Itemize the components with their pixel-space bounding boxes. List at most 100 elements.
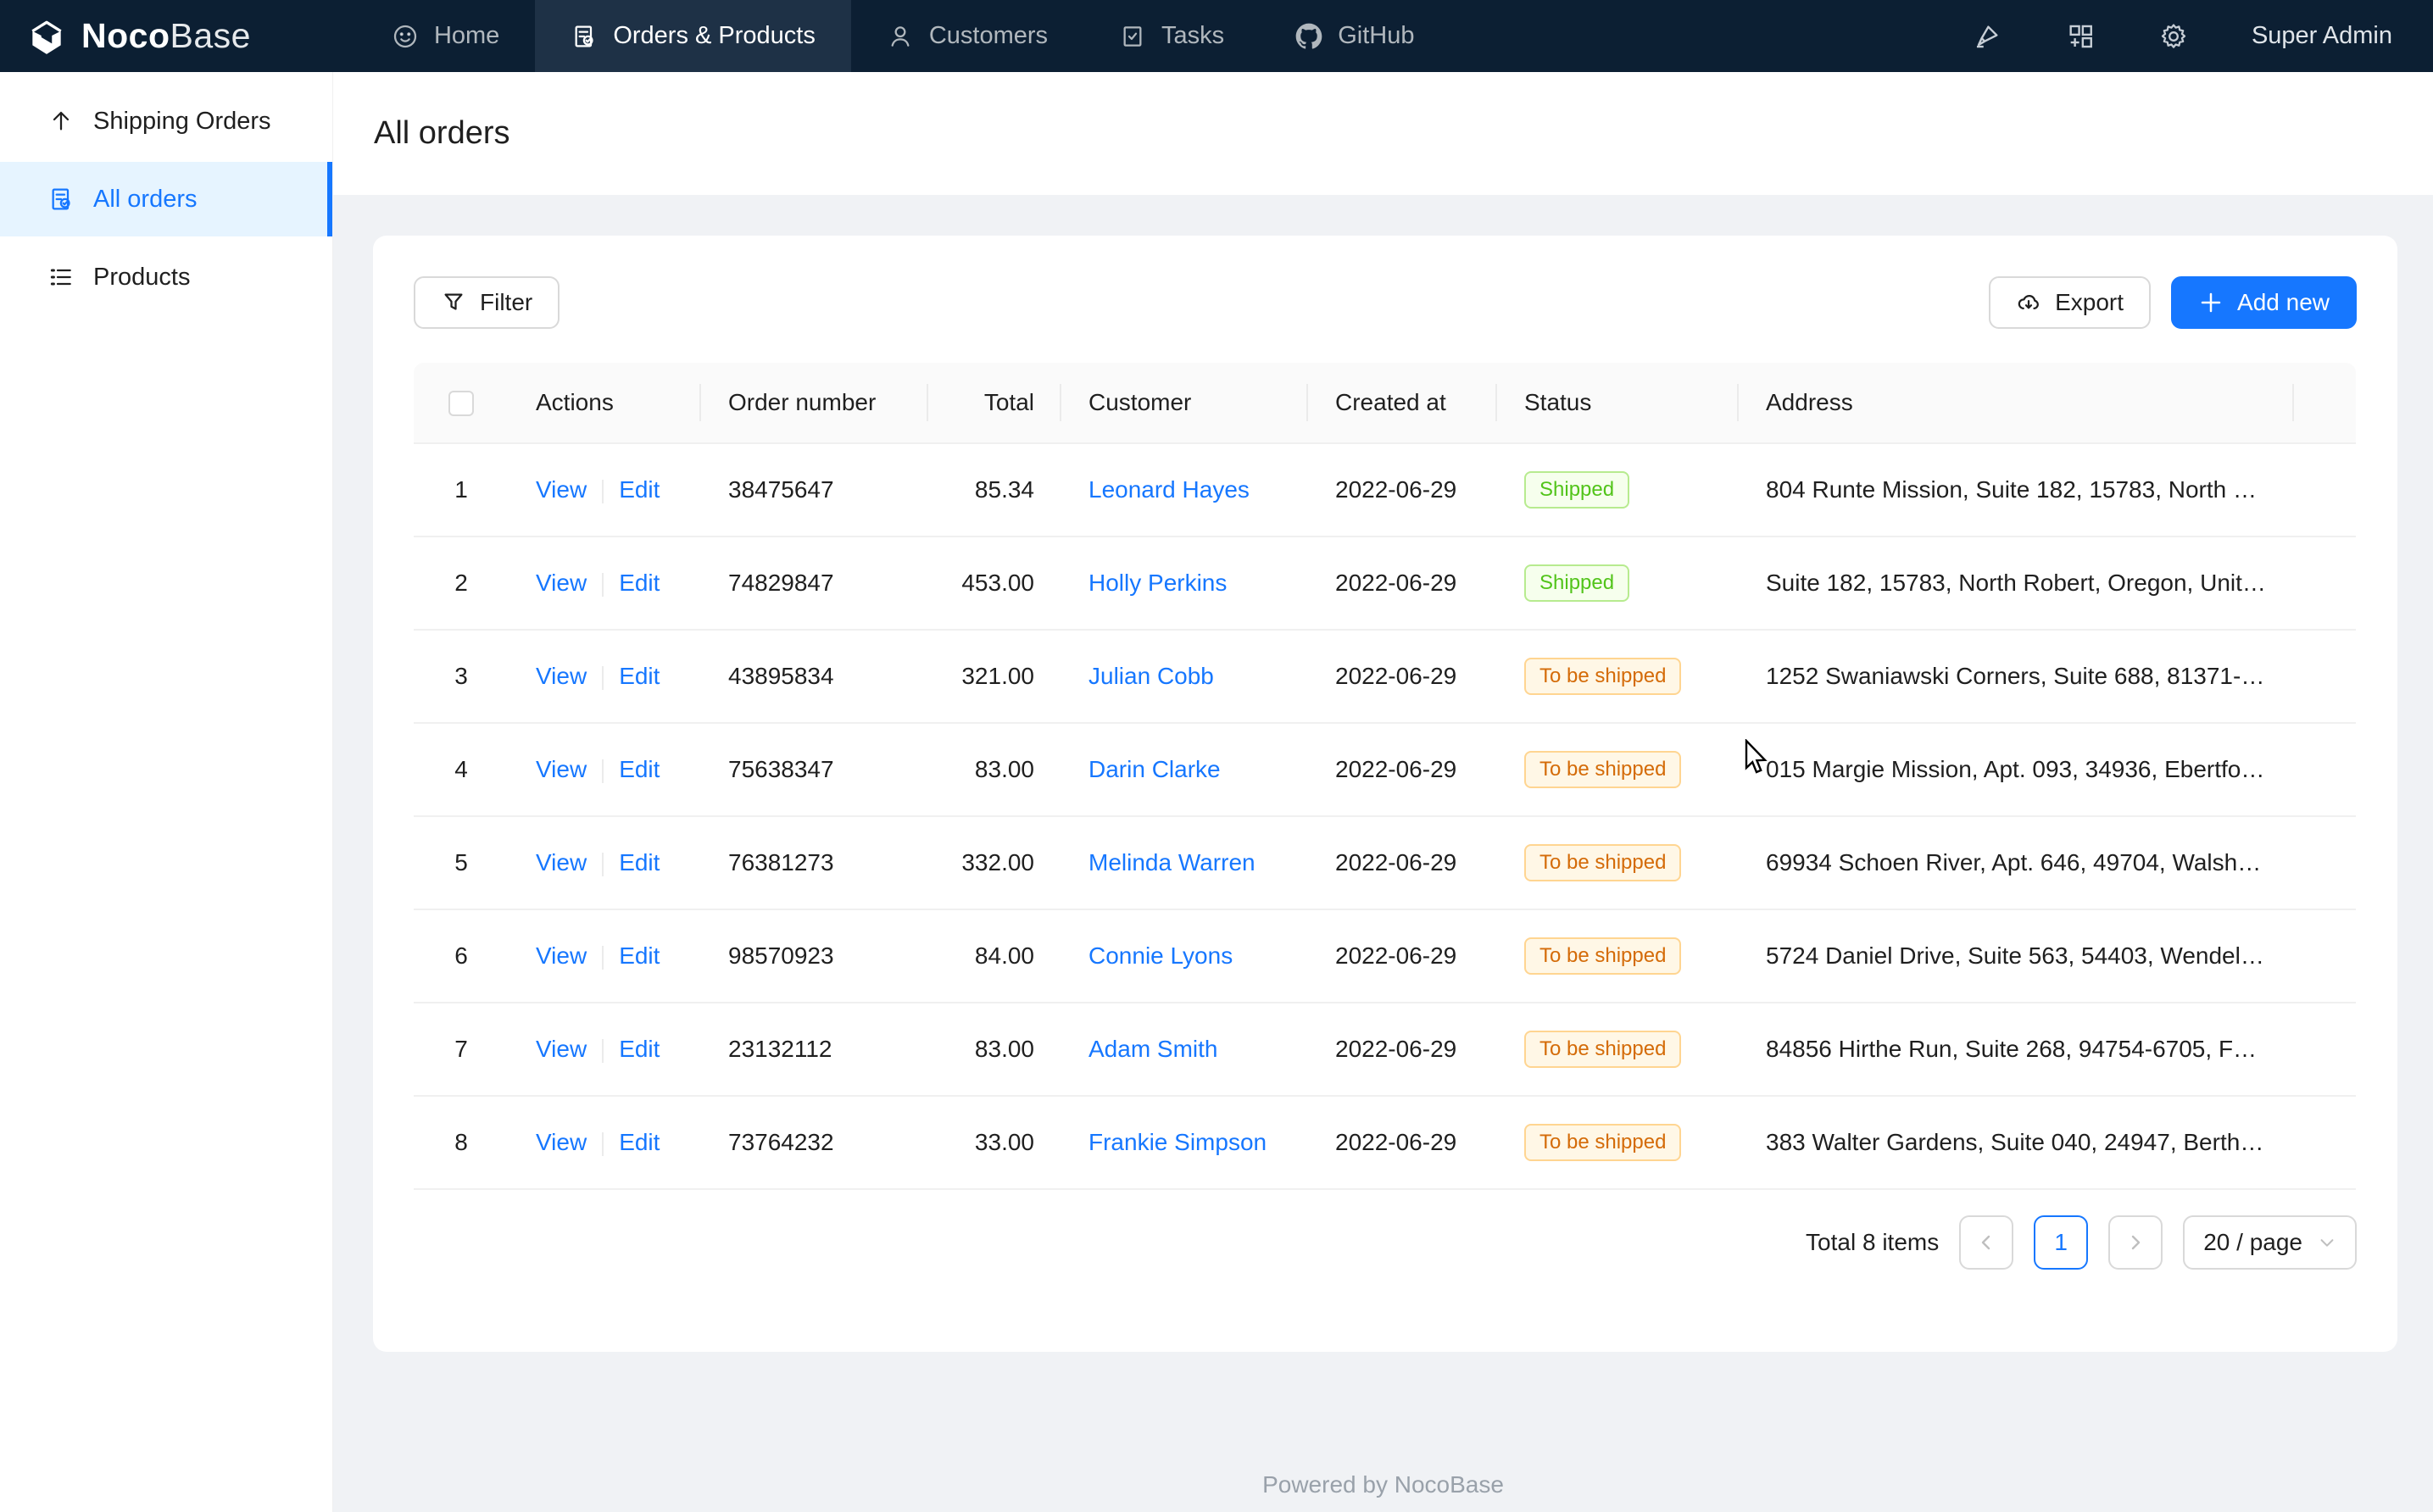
smiley-icon [392, 23, 419, 50]
arrow-up-icon [47, 108, 75, 135]
chevron-down-icon [2318, 1233, 2336, 1252]
pagination-prev-button[interactable] [1959, 1215, 2013, 1270]
pagination-next-button[interactable] [2108, 1215, 2163, 1270]
table-row: 6ViewEdit9857092384.00Connie Lyons2022-0… [414, 909, 2356, 1003]
nav-item-label: GitHub [1338, 22, 1414, 50]
view-link[interactable]: View [536, 1129, 587, 1155]
sidebar-item-all-orders[interactable]: All orders [0, 162, 332, 236]
footer-powered-by: Powered by NocoBase [333, 1471, 2433, 1498]
sidebar: Shipping OrdersAll ordersProducts [0, 72, 333, 1512]
address-cell: 5724 Daniel Drive, Suite 563, 54403, Wen… [1739, 909, 2294, 1003]
edit-link[interactable]: Edit [619, 570, 660, 596]
status-cell: To be shipped [1497, 1003, 1739, 1096]
order-number-cell: 73764232 [701, 1096, 928, 1189]
view-link[interactable]: View [536, 663, 587, 689]
edit-link[interactable]: Edit [619, 663, 660, 689]
customer-link[interactable]: Connie Lyons [1088, 942, 1233, 969]
toolbar-right: Export Add new [1989, 276, 2357, 329]
pagination: Total 8 items 1 20 / page [414, 1215, 2357, 1270]
row-actions: View Edit [509, 723, 701, 816]
action-divider [602, 759, 604, 783]
nav-item-customers[interactable]: Customers [851, 0, 1083, 72]
status-cell: To be shipped [1497, 909, 1739, 1003]
customer-cell: Connie Lyons [1061, 909, 1308, 1003]
edit-link[interactable]: Edit [619, 1129, 660, 1155]
address-cell: 383 Walter Gardens, Suite 040, 24947, Be… [1739, 1096, 2294, 1189]
customer-link[interactable]: Melinda Warren [1088, 849, 1255, 876]
plugin-manager-blocks-icon[interactable] [2065, 21, 2096, 52]
edit-link[interactable]: Edit [619, 942, 660, 969]
customer-link[interactable]: Julian Cobb [1088, 663, 1214, 689]
edit-link[interactable]: Edit [619, 476, 660, 503]
sidebar-item-shipping-orders[interactable]: Shipping Orders [0, 84, 332, 158]
orders-table-card: Filter Export Add new [373, 236, 2397, 1352]
list-icon [47, 264, 75, 291]
total-cell: 33.00 [928, 1096, 1061, 1189]
status-badge: To be shipped [1524, 751, 1681, 788]
created-at-cell: 2022-06-29 [1308, 723, 1497, 816]
content-area: Filter Export Add new [333, 195, 2433, 1512]
edit-link[interactable]: Edit [619, 849, 660, 876]
table-row: 8ViewEdit7376423233.00Frankie Simpson202… [414, 1096, 2356, 1189]
view-link[interactable]: View [536, 849, 587, 876]
view-link[interactable]: View [536, 476, 587, 503]
table-row: 5ViewEdit76381273332.00Melinda Warren202… [414, 816, 2356, 909]
address-cell: 69934 Schoen River, Apt. 646, 49704, Wal… [1739, 816, 2294, 909]
nav-item-github[interactable]: GitHub [1260, 0, 1450, 72]
customer-link[interactable]: Adam Smith [1088, 1036, 1218, 1062]
order-doc-icon [571, 23, 598, 50]
user-menu[interactable]: Super Admin [2252, 22, 2392, 50]
customer-link[interactable]: Leonard Hayes [1088, 476, 1250, 503]
table-row: 7ViewEdit2313211283.00Adam Smith2022-06-… [414, 1003, 2356, 1096]
nav-item-orders-products[interactable]: Orders & Products [535, 0, 851, 72]
nav-right: Super Admin [1972, 0, 2433, 72]
column-header-status: Status [1497, 363, 1739, 443]
select-all-checkbox[interactable] [448, 391, 474, 416]
row-index: 4 [414, 723, 509, 816]
column-header-customer: Customer [1061, 363, 1308, 443]
row-actions: View Edit [509, 536, 701, 630]
export-button[interactable]: Export [1989, 276, 2151, 329]
view-link[interactable]: View [536, 942, 587, 969]
nav-item-home[interactable]: Home [356, 0, 535, 72]
row-index: 6 [414, 909, 509, 1003]
customer-link[interactable]: Darin Clarke [1088, 756, 1221, 782]
edit-link[interactable]: Edit [619, 756, 660, 782]
order-number-cell: 43895834 [701, 630, 928, 723]
view-link[interactable]: View [536, 756, 587, 782]
edit-link[interactable]: Edit [619, 1036, 660, 1062]
filter-button[interactable]: Filter [414, 276, 560, 329]
row-index: 3 [414, 630, 509, 723]
sidebar-item-products[interactable]: Products [0, 240, 332, 314]
column-header-address: Address [1739, 363, 2294, 443]
status-badge: Shipped [1524, 564, 1629, 602]
ui-editor-highlighter-icon[interactable] [1972, 21, 2002, 52]
row-index: 7 [414, 1003, 509, 1096]
page-size-select[interactable]: 20 / page [2183, 1215, 2357, 1270]
nav-item-tasks[interactable]: Tasks [1083, 0, 1260, 72]
nav-menu: HomeOrders & Products Customers Tasks GitHu… [356, 0, 1450, 72]
nocobase-logo[interactable]: NocoBase [0, 0, 280, 72]
view-link[interactable]: View [536, 570, 587, 596]
view-link[interactable]: View [536, 1036, 587, 1062]
settings-gear-icon[interactable] [2158, 21, 2189, 52]
nav-item-label: Customers [929, 22, 1048, 50]
status-cell: To be shipped [1497, 723, 1739, 816]
customer-link[interactable]: Frankie Simpson [1088, 1129, 1267, 1155]
blank-cell [2294, 816, 2356, 909]
order-number-cell: 23132112 [701, 1003, 928, 1096]
status-cell: Shipped [1497, 536, 1739, 630]
customer-cell: Holly Perkins [1061, 536, 1308, 630]
cloud-download-icon [2016, 290, 2041, 315]
column-header-created-at: Created at [1308, 363, 1497, 443]
blank-cell [2294, 630, 2356, 723]
created-at-cell: 2022-06-29 [1308, 909, 1497, 1003]
customer-link[interactable]: Holly Perkins [1088, 570, 1227, 596]
blank-cell [2294, 1003, 2356, 1096]
add-new-button[interactable]: Add new [2171, 276, 2357, 329]
row-actions: View Edit [509, 1003, 701, 1096]
pagination-page-1[interactable]: 1 [2034, 1215, 2088, 1270]
status-badge: To be shipped [1524, 1031, 1681, 1068]
total-cell: 83.00 [928, 723, 1061, 816]
address-cell: 015 Margie Mission, Apt. 093, 34936, Ebe… [1739, 723, 2294, 816]
